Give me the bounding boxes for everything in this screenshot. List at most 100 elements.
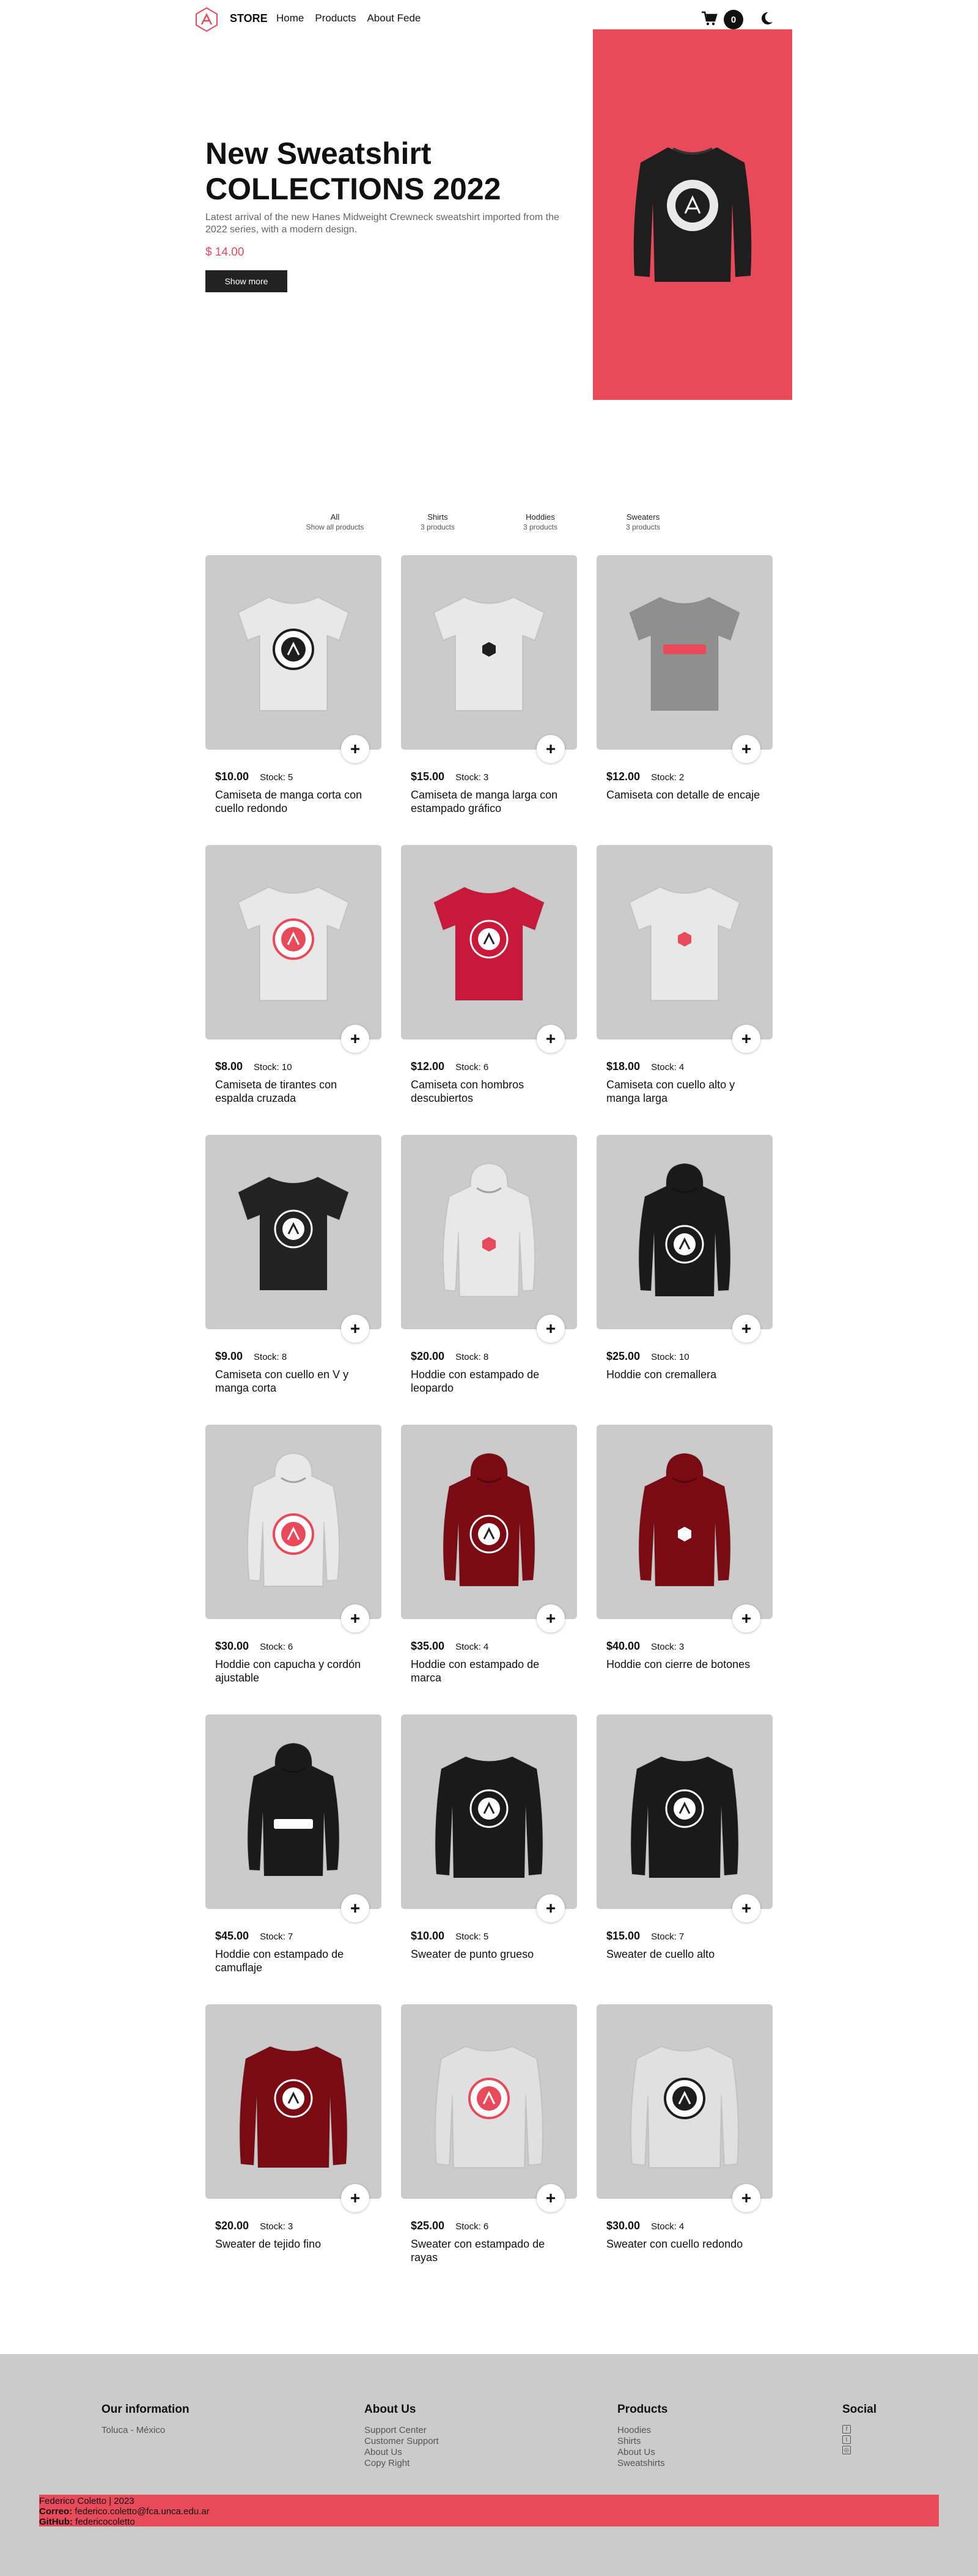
footer-link[interactable]: Hoodies [617,2425,667,2436]
product-image[interactable]: + [401,2004,577,2212]
cart-icon[interactable] [700,10,718,27]
product-name[interactable]: Hoddie con estampado de leopardo [411,1368,570,1395]
nav-products[interactable]: Products [315,12,356,24]
moon-icon[interactable] [758,10,775,27]
product-name[interactable]: Sweater con estampado de rayas [411,2237,570,2264]
product-image[interactable]: + [205,845,381,1053]
product-name[interactable]: Hoddie con estampado de camuflaje [215,1947,374,1974]
product-image[interactable]: + [597,2004,773,2212]
product-card[interactable]: + $15.00 Stock: 7 Sweater de cuello alto [597,1714,773,2004]
product-name[interactable]: Camiseta de manga corta con cuello redon… [215,788,374,815]
product-image[interactable]: + [597,1425,773,1633]
product-card[interactable]: + $35.00 Stock: 4 Hoddie con estampado d… [401,1425,577,1714]
twitter-icon[interactable]: t [842,2435,851,2444]
product-card[interactable]: + $25.00 Stock: 10 Hoddie con cremallera [597,1135,773,1425]
add-to-cart-button[interactable]: + [537,1025,565,1053]
filter-sweaters[interactable]: Sweaters 3 products [594,512,692,531]
nav-home[interactable]: Home [276,12,304,24]
brand-name[interactable]: STORE [230,12,268,25]
product-card[interactable]: + $10.00 Stock: 5 Sweater de punto grues… [401,1714,577,2004]
footer-link[interactable]: Customer Support [364,2436,439,2447]
product-card[interactable]: + $18.00 Stock: 4 Camiseta con cuello al… [597,845,773,1135]
product-name[interactable]: Sweater de punto grueso [411,1947,570,1961]
add-to-cart-button[interactable]: + [341,1315,369,1343]
product-image[interactable]: + [597,555,773,763]
product-card[interactable]: + $25.00 Stock: 6 Sweater con estampado … [401,2004,577,2294]
product-image[interactable]: + [597,1714,773,1922]
product-name[interactable]: Camiseta con detalle de encaje [606,788,765,802]
instagram-icon[interactable]: ◎ [842,2446,851,2454]
product-name[interactable]: Camiseta con hombros descubiertos [411,1078,570,1105]
add-to-cart-button[interactable]: + [732,1025,760,1053]
add-to-cart-button[interactable]: + [732,1604,760,1633]
filter-hoddies[interactable]: Hoddies 3 products [491,512,589,531]
product-stock: Stock: 6 [260,1642,293,1652]
add-to-cart-button[interactable]: + [537,1315,565,1343]
add-to-cart-button[interactable]: + [341,1894,369,1922]
add-to-cart-button[interactable]: + [732,1894,760,1922]
product-card[interactable]: + $30.00 Stock: 4 Sweater con cuello red… [597,2004,773,2294]
product-card[interactable]: + $10.00 Stock: 5 Camiseta de manga cort… [205,555,381,845]
product-card[interactable]: + $12.00 Stock: 6 Camiseta con hombros d… [401,845,577,1135]
product-info: $35.00 Stock: 4 Hoddie con estampado de … [401,1640,577,1685]
add-to-cart-button[interactable]: + [732,1315,760,1343]
add-to-cart-button[interactable]: + [732,735,760,763]
product-card[interactable]: + $40.00 Stock: 3 Hoddie con cierre de b… [597,1425,773,1714]
product-image[interactable]: + [205,555,381,763]
add-to-cart-button[interactable]: + [341,2184,369,2212]
footer-link[interactable]: Support Center [364,2425,439,2436]
show-more-button[interactable]: Show more [205,270,287,292]
product-card[interactable]: + $20.00 Stock: 8 Hoddie con estampado d… [401,1135,577,1425]
product-image[interactable]: + [597,1135,773,1343]
facebook-icon[interactable]: f [842,2425,851,2434]
add-to-cart-button[interactable]: + [732,2184,760,2212]
product-name[interactable]: Sweater de tejido fino [215,2237,374,2251]
email-link[interactable]: federico.coletto@fca.unca.edu.ar [75,2506,209,2517]
footer-link[interactable]: About Us [617,2447,667,2458]
product-name[interactable]: Sweater de cuello alto [606,1947,765,1961]
cart-count-badge[interactable]: 0 [724,10,743,29]
product-name[interactable]: Hoddie con estampado de marca [411,1658,570,1685]
footer-link[interactable]: Copy Right [364,2458,439,2469]
product-image[interactable]: + [401,1135,577,1343]
product-name[interactable]: Sweater con cuello redondo [606,2237,765,2251]
product-image[interactable]: + [401,845,577,1053]
product-card[interactable]: + $20.00 Stock: 3 Sweater de tejido fino [205,2004,381,2294]
product-name[interactable]: Camiseta de tirantes con espalda cruzada [215,1078,374,1105]
product-image[interactable]: + [205,1135,381,1343]
add-to-cart-button[interactable]: + [537,1604,565,1633]
add-to-cart-button[interactable]: + [537,1894,565,1922]
add-to-cart-button[interactable]: + [341,1604,369,1633]
add-to-cart-button[interactable]: + [341,1025,369,1053]
product-image[interactable]: + [205,2004,381,2212]
product-card[interactable]: + $12.00 Stock: 2 Camiseta con detalle d… [597,555,773,845]
product-card[interactable]: + $45.00 Stock: 7 Hoddie con estampado d… [205,1714,381,2004]
product-name[interactable]: Camiseta con cuello alto y manga larga [606,1078,765,1105]
add-to-cart-button[interactable]: + [341,735,369,763]
product-name[interactable]: Camiseta con cuello en V y manga corta [215,1368,374,1395]
product-card[interactable]: + $9.00 Stock: 8 Camiseta con cuello en … [205,1135,381,1425]
filter-shirts[interactable]: Shirts 3 products [389,512,487,531]
product-card[interactable]: + $8.00 Stock: 10 Camiseta de tirantes c… [205,845,381,1135]
product-name[interactable]: Camiseta de manga larga con estampado gr… [411,788,570,815]
product-image[interactable]: + [401,555,577,763]
product-image[interactable]: + [205,1425,381,1633]
add-to-cart-button[interactable]: + [537,2184,565,2212]
footer-link[interactable]: About Us [364,2447,439,2458]
product-name[interactable]: Hoddie con capucha y cordón ajustable [215,1658,374,1685]
product-card[interactable]: + $15.00 Stock: 3 Camiseta de manga larg… [401,555,577,845]
product-image[interactable]: + [401,1714,577,1922]
filter-all[interactable]: All Show all products [286,512,384,531]
product-image[interactable]: + [597,845,773,1053]
product-name[interactable]: Hoddie con cremallera [606,1368,765,1381]
product-name[interactable]: Hoddie con cierre de botones [606,1658,765,1671]
product-image[interactable]: + [401,1425,577,1633]
academlo-logo-icon[interactable] [193,6,220,33]
github-link[interactable]: federicocoletto [75,2517,135,2527]
footer-link[interactable]: Sweatshirts [617,2458,667,2469]
add-to-cart-button[interactable]: + [537,735,565,763]
product-image[interactable]: + [205,1714,381,1922]
nav-about[interactable]: About Fede [367,12,421,24]
product-card[interactable]: + $30.00 Stock: 6 Hoddie con capucha y c… [205,1425,381,1714]
footer-link[interactable]: Shirts [617,2436,667,2447]
